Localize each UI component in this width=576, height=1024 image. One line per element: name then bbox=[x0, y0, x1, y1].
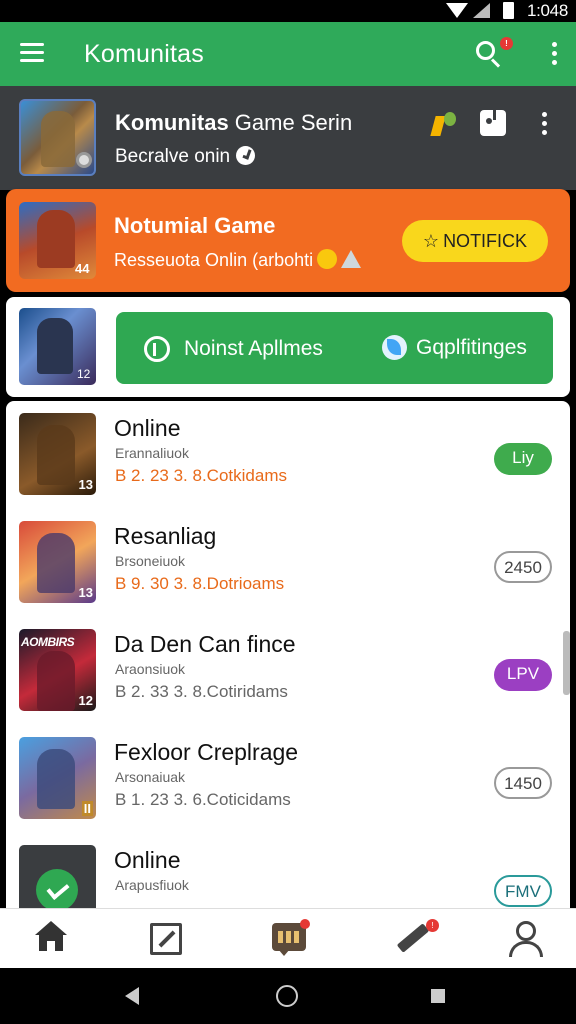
calendar-icon[interactable] bbox=[480, 110, 506, 136]
count-badge[interactable]: 1450 bbox=[494, 767, 552, 799]
signal-icon bbox=[473, 3, 490, 18]
list-item-title: Da Den Can fince bbox=[114, 631, 296, 657]
list-item-title: Resanliag bbox=[114, 523, 217, 549]
warning-icon bbox=[341, 250, 362, 268]
status-time: 1:048 bbox=[526, 1, 568, 20]
home-circle-icon[interactable] bbox=[276, 985, 298, 1007]
list-item-subtitle: Arapusfiuok bbox=[115, 877, 189, 893]
list-item[interactable]: AOMBIRS 12 Da Den Can fince Araonsiuok B … bbox=[6, 617, 570, 725]
scrollbar[interactable] bbox=[563, 631, 570, 695]
list-item-thumbnail: II bbox=[19, 737, 96, 819]
chat-icon[interactable] bbox=[270, 919, 310, 959]
star-icon: ☆ bbox=[422, 231, 440, 251]
clock-icon bbox=[236, 146, 256, 165]
list-item-thumbnail bbox=[19, 845, 96, 908]
actions-thumb-number: 12 bbox=[77, 367, 91, 381]
header-more-icon[interactable] bbox=[539, 112, 549, 138]
wifi-icon bbox=[446, 3, 468, 18]
list-item-thumbnail: 13 bbox=[19, 413, 96, 495]
game-list: 13 Online Erannaliuok B 2. 23 3. 8.Cotki… bbox=[6, 401, 570, 908]
battery-icon bbox=[503, 2, 514, 19]
actions-label-right: Gqplfitinges bbox=[416, 336, 527, 359]
bottom-navigation: ! bbox=[0, 908, 576, 968]
community-subtitle: Becralve onin bbox=[115, 146, 256, 168]
thumb-title: AOMBIRS bbox=[21, 635, 75, 649]
count-badge[interactable]: 2450 bbox=[494, 551, 552, 583]
app-bar: Komunitas ! bbox=[0, 22, 576, 86]
system-navigation bbox=[0, 968, 576, 1024]
actions-label-left: Noinst Apllmes bbox=[184, 337, 323, 360]
list-item-meta: B 2. 33 3. 8.Cotiridams bbox=[115, 682, 288, 701]
home-icon[interactable] bbox=[31, 919, 71, 959]
list-item-title: Fexloor Creplrage bbox=[114, 739, 299, 765]
recent-apps-icon[interactable] bbox=[431, 989, 445, 1003]
notify-button-label: NOTIFICK bbox=[443, 231, 528, 251]
emoji-icon bbox=[317, 249, 338, 269]
list-item-thumbnail: AOMBIRS 12 bbox=[19, 629, 96, 711]
list-item-subtitle: Brsoneiuok bbox=[115, 553, 186, 569]
notify-button[interactable]: ☆ NOTIFICK bbox=[402, 220, 548, 262]
promo-title: Notumial Game bbox=[114, 213, 276, 238]
search-notification-badge: ! bbox=[500, 37, 513, 50]
status-bar: 1:048 bbox=[0, 0, 576, 22]
promo-card[interactable]: 44 Notumial Game Resseuota Onlin (arboht… bbox=[6, 189, 570, 292]
community-subtitle-text: Becralve onin bbox=[115, 146, 231, 167]
gear-icon bbox=[76, 152, 92, 168]
game-tag-icon[interactable] bbox=[430, 110, 459, 138]
check-icon bbox=[36, 869, 78, 908]
list-item-subtitle: Arsonaiuak bbox=[115, 769, 186, 785]
list-item-meta: B 1. 23 3. 6.Coticidams bbox=[115, 790, 291, 809]
status-badge[interactable]: FMV bbox=[494, 875, 552, 907]
edit-icon[interactable] bbox=[150, 923, 182, 955]
back-icon[interactable] bbox=[125, 987, 139, 1005]
search-icon[interactable]: ! bbox=[474, 37, 513, 69]
app-title: Komunitas bbox=[84, 40, 204, 68]
list-item-meta: B 9. 30 3. 8.Dotrioams bbox=[115, 574, 285, 593]
pen-icon[interactable]: ! bbox=[392, 919, 439, 959]
thumb-number: 12 bbox=[78, 693, 93, 708]
list-item[interactable]: 13 Online Erannaliuok B 2. 23 3. 8.Cotki… bbox=[6, 401, 570, 509]
list-item[interactable]: Online Arapusfiuok FMV bbox=[6, 833, 570, 908]
list-item[interactable]: II Fexloor Creplrage Arsonaiuak B 1. 23 … bbox=[6, 725, 570, 833]
thumb-number: II bbox=[81, 801, 93, 816]
status-badge[interactable]: Liy bbox=[494, 443, 552, 475]
promo-subtitle-text: Resseuota Onlin (arbohti bbox=[114, 250, 314, 270]
list-item-meta: B 2. 23 3. 8.Cotkidams bbox=[115, 466, 287, 485]
community-name-rest: Game Serin bbox=[228, 110, 353, 135]
chat-notification-badge bbox=[300, 919, 310, 929]
list-item-thumbnail: 13 bbox=[19, 521, 96, 603]
list-item-subtitle: Araonsiuok bbox=[115, 661, 186, 677]
pen-notification-badge: ! bbox=[426, 919, 439, 932]
status-badge[interactable]: LPV bbox=[494, 659, 552, 691]
community-name: Komunitas Game Serin bbox=[115, 110, 352, 136]
promo-thumb-number: 44 bbox=[75, 261, 90, 276]
promo-subtitle: Resseuota Onlin (arbohti bbox=[114, 249, 362, 271]
list-item[interactable]: 13 Resanliag Brsoneiuok B 9. 30 3. 8.Dot… bbox=[6, 509, 570, 617]
list-item-title: Online bbox=[114, 847, 181, 873]
community-avatar[interactable] bbox=[19, 99, 96, 176]
thumb-number: 13 bbox=[78, 477, 93, 492]
power-icon bbox=[144, 336, 170, 362]
list-item-subtitle: Erannaliuok bbox=[115, 445, 189, 461]
actions-thumbnail[interactable]: 12 bbox=[19, 308, 96, 385]
community-header: Komunitas Game Serin Becralve onin bbox=[0, 86, 576, 190]
profile-icon[interactable] bbox=[506, 919, 546, 959]
actions-button[interactable]: Noinst Apllmes Gqplfitinges bbox=[116, 312, 553, 384]
thumb-number: 13 bbox=[78, 585, 93, 600]
list-item-title: Online bbox=[114, 415, 181, 441]
menu-icon[interactable] bbox=[20, 43, 44, 63]
more-options-icon[interactable] bbox=[549, 42, 559, 68]
promo-thumbnail: 44 bbox=[19, 202, 96, 279]
community-name-bold: Komunitas bbox=[115, 110, 229, 135]
actions-panel: 12 Noinst Apllmes Gqplfitinges bbox=[6, 297, 570, 397]
leaf-icon bbox=[382, 335, 407, 360]
